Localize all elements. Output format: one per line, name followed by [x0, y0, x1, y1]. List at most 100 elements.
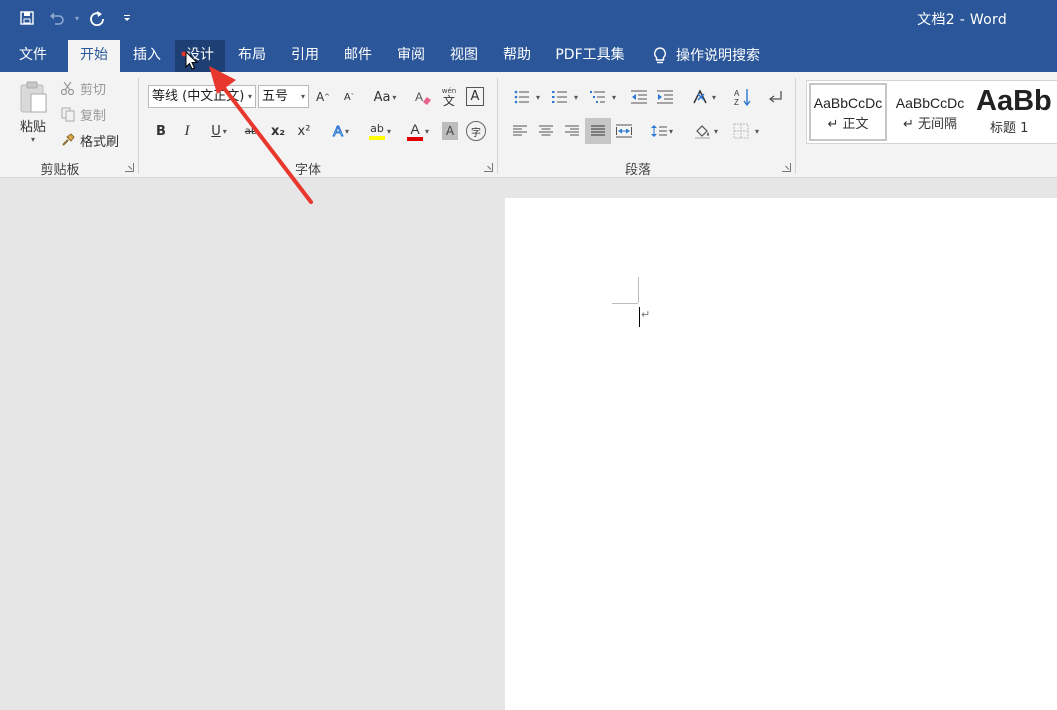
borders-icon: [733, 123, 749, 139]
clear-formatting-button[interactable]: A: [412, 86, 434, 108]
increase-indent-button[interactable]: [654, 86, 676, 108]
chinese-layout-button[interactable]: ▾: [688, 86, 720, 108]
clipboard-group-label: 剪贴板: [40, 163, 80, 178]
show-hide-marks-button[interactable]: [764, 86, 786, 108]
shrink-font-icon: A: [343, 91, 351, 103]
tab-view[interactable]: 视图: [440, 40, 488, 72]
phonetic-guide-button[interactable]: wén 文: [438, 84, 460, 110]
text-effects-button[interactable]: A ▾: [326, 120, 356, 142]
paste-dropdown-icon[interactable]: ▾: [31, 135, 35, 144]
tab-file[interactable]: 文件: [8, 40, 58, 72]
cut-button[interactable]: 剪切: [60, 78, 106, 98]
tab-pdf-tools[interactable]: PDF工具集: [548, 40, 632, 72]
undo-icon[interactable]: [44, 6, 70, 30]
font-name-value: 等线 (中文正文): [152, 89, 245, 104]
tab-review[interactable]: 审阅: [387, 40, 435, 72]
font-color-dropdown-icon[interactable]: ▾: [425, 127, 429, 136]
numbering-button[interactable]: ▾: [548, 86, 582, 108]
tab-layout[interactable]: 布局: [228, 40, 276, 72]
bullets-dropdown-icon[interactable]: ▾: [536, 93, 540, 102]
ribbon-home: 粘贴 ▾ 剪切 复制 格式刷 剪贴板 等线 (中文正文) ▾ 五号 ▾ A ^ A…: [0, 72, 1057, 178]
borders-dropdown-icon[interactable]: ▾: [755, 127, 759, 136]
decrease-indent-button[interactable]: [628, 86, 650, 108]
font-size-dropdown-icon[interactable]: ▾: [301, 86, 305, 107]
copy-button[interactable]: 复制: [60, 104, 106, 124]
bold-button[interactable]: B: [152, 120, 170, 142]
paste-button[interactable]: 粘贴 ▾: [12, 80, 54, 156]
align-right-button[interactable]: [562, 120, 582, 142]
char-shading-icon: A: [445, 124, 455, 138]
save-icon[interactable]: [14, 6, 40, 30]
style-normal[interactable]: AaBbCcDc ↵ 正文: [809, 83, 887, 141]
font-size-combo[interactable]: 五号 ▾: [258, 85, 309, 108]
scissors-icon: [60, 81, 75, 96]
highlight-color-swatch: [368, 135, 385, 140]
highlight-icon: ab: [370, 121, 384, 135]
borders-button[interactable]: ▾: [728, 120, 764, 142]
shrink-font-button[interactable]: Aˇ: [340, 86, 358, 108]
superscript-button[interactable]: x²: [294, 120, 314, 142]
style-normal-label: ↵ 正文: [827, 117, 869, 132]
char-border-button[interactable]: A: [466, 87, 484, 106]
style-no-spacing[interactable]: AaBbCcDc ↵ 无间隔: [891, 83, 969, 141]
document-page[interactable]: [505, 198, 1057, 710]
underline-button[interactable]: U ▾: [203, 120, 235, 142]
change-case-button[interactable]: Aa ▾: [368, 86, 402, 108]
line-spacing-button[interactable]: ▾: [646, 120, 678, 142]
sort-button[interactable]: AZ: [732, 86, 754, 108]
change-case-dropdown-icon[interactable]: ▾: [392, 93, 396, 102]
font-group-label: 字体: [294, 163, 321, 178]
grow-font-button[interactable]: A ^: [314, 86, 332, 108]
customize-icon[interactable]: [114, 6, 140, 30]
tab-mailings[interactable]: 邮件: [334, 40, 382, 72]
undo-dropdown-icon[interactable]: ▾: [74, 6, 80, 30]
text-effects-icon: A: [332, 122, 343, 140]
shading-dropdown-icon[interactable]: ▾: [714, 127, 718, 136]
char-shading-button[interactable]: A: [442, 122, 458, 140]
tab-help[interactable]: 帮助: [493, 40, 541, 72]
tab-home[interactable]: 开始: [68, 40, 120, 72]
bullets-button[interactable]: ▾: [510, 86, 544, 108]
mouse-pointer-icon: [185, 51, 199, 70]
text-effects-dropdown-icon[interactable]: ▾: [345, 127, 349, 136]
multilevel-list-dropdown-icon[interactable]: ▾: [612, 93, 616, 102]
shading-button[interactable]: ▾: [688, 120, 724, 142]
page-margin-corner-h: [612, 303, 638, 304]
justify-button[interactable]: [585, 118, 611, 144]
chinese-layout-dropdown-icon[interactable]: ▾: [712, 93, 716, 102]
font-launcher-icon[interactable]: [484, 163, 493, 172]
format-painter-button[interactable]: 格式刷: [60, 130, 119, 150]
numbering-icon: [551, 91, 567, 103]
subscript-button[interactable]: x₂: [268, 120, 288, 142]
multilevel-list-button[interactable]: ▾: [586, 86, 620, 108]
tab-references[interactable]: 引用: [281, 40, 329, 72]
tab-design[interactable]: 设计: [175, 40, 225, 72]
redo-icon[interactable]: [84, 6, 110, 30]
style-normal-sample: AaBbCcDc: [813, 95, 883, 111]
align-left-button[interactable]: [510, 120, 530, 142]
align-center-button[interactable]: [536, 120, 556, 142]
line-spacing-dropdown-icon[interactable]: ▾: [669, 127, 673, 136]
distributed-button[interactable]: [614, 120, 634, 142]
highlight-button[interactable]: ab ▾: [362, 118, 398, 144]
align-right-icon: [565, 125, 579, 136]
phonetic-guide-icon: 文: [442, 93, 455, 108]
svg-text:A: A: [415, 90, 423, 104]
text-cursor: [639, 307, 640, 327]
italic-button[interactable]: I: [178, 120, 196, 142]
tell-me-search[interactable]: 操作说明搜索: [648, 40, 770, 72]
font-name-combo[interactable]: 等线 (中文正文) ▾: [148, 85, 256, 108]
highlight-dropdown-icon[interactable]: ▾: [387, 127, 391, 136]
strikethrough-button[interactable]: ab: [241, 120, 261, 142]
clipboard-paste-icon: [20, 81, 47, 113]
tab-insert[interactable]: 插入: [122, 40, 172, 72]
font-name-dropdown-icon[interactable]: ▾: [245, 86, 252, 107]
style-heading-1[interactable]: AaBb 标题 1: [973, 83, 1057, 141]
clipboard-launcher-icon[interactable]: [125, 163, 134, 172]
font-color-button[interactable]: A ▾: [400, 118, 436, 144]
enclose-characters-button[interactable]: 字: [466, 121, 486, 141]
group-divider: [497, 78, 498, 174]
underline-dropdown-icon[interactable]: ▾: [223, 127, 227, 136]
numbering-dropdown-icon[interactable]: ▾: [574, 93, 578, 102]
paragraph-launcher-icon[interactable]: [782, 163, 791, 172]
